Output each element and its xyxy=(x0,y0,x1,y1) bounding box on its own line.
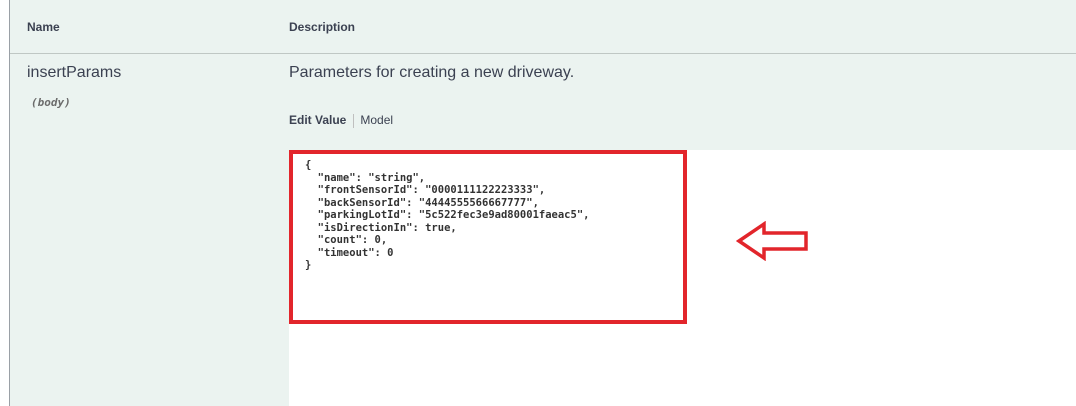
body-json-value[interactable]: { "name": "string", "frontSensorId": "00… xyxy=(305,159,589,272)
left-border xyxy=(0,0,10,406)
tab-edit-value[interactable]: Edit Value xyxy=(289,113,346,127)
tab-model[interactable]: Model xyxy=(360,113,393,127)
parameter-name: insertParams xyxy=(27,64,122,81)
name-column-header: Name xyxy=(27,20,60,34)
description-column-header: Description xyxy=(289,20,356,34)
tab-divider xyxy=(353,113,355,128)
parameter-location: (body) xyxy=(31,96,71,109)
parameters-table-header: Name Description xyxy=(10,0,1076,54)
body-tabs: Edit Value Model xyxy=(289,113,393,128)
parameter-description: Parameters for creating a new driveway. xyxy=(289,64,575,81)
highlighted-json-box: { "name": "string", "frontSensorId": "00… xyxy=(289,150,687,324)
left-arrow-icon xyxy=(736,221,808,261)
